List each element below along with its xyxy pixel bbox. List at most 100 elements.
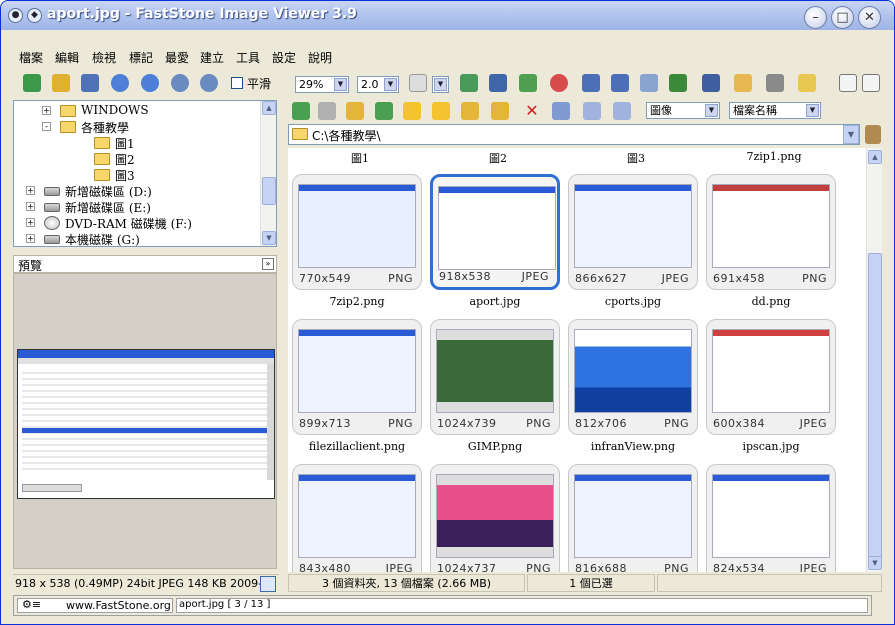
website-link[interactable]: ⚙≡ www.FastStone.org	[17, 598, 173, 613]
thumbnail-card[interactable]: 824x534 JPEG	[706, 464, 836, 572]
next-icon[interactable]	[141, 74, 159, 92]
back-icon[interactable]	[292, 102, 310, 120]
rotate-left-icon[interactable]	[582, 74, 600, 92]
folder-open-icon[interactable]	[52, 74, 70, 92]
expand-toggle-icon[interactable]: +	[26, 218, 35, 227]
zoom-out-icon[interactable]	[200, 74, 218, 92]
maximize-button[interactable]: □	[831, 6, 854, 29]
tree-item-label[interactable]: 各種教學	[81, 119, 129, 136]
menu-item[interactable]: 標記	[129, 49, 153, 66]
folder-tree[interactable]: + WINDOWS - 各種教學 圖1 圖2 圖3 + 新增磁碟區 (D:) + 新增磁碟區 (E:…	[13, 100, 277, 247]
menu-item[interactable]: 建立	[200, 49, 224, 66]
scroll-thumb[interactable]	[868, 253, 882, 563]
collapse-icon[interactable]: »	[262, 258, 274, 270]
zoom-in-icon[interactable]	[171, 74, 189, 92]
expand-toggle-icon[interactable]: +	[26, 234, 35, 243]
print-icon[interactable]	[766, 74, 784, 92]
email-icon[interactable]	[734, 74, 752, 92]
menu-item[interactable]: 最愛	[165, 49, 189, 66]
chevron-down-icon[interactable]: ▼	[384, 78, 397, 91]
scroll-down-icon[interactable]: ▼	[868, 556, 882, 570]
minimize-button[interactable]: –	[804, 6, 827, 29]
chevron-down-icon[interactable]: ▼	[434, 78, 447, 91]
copy-to-icon[interactable]	[461, 102, 479, 120]
delete-icon[interactable]: ✕	[523, 102, 541, 120]
new-folder-icon[interactable]	[432, 102, 450, 120]
thumbnail-filename[interactable]: 7zip2.png	[288, 295, 426, 308]
save-icon[interactable]	[81, 74, 99, 92]
path-input[interactable]: C:\各種教學\	[312, 127, 381, 144]
red-eye-icon[interactable]	[550, 74, 568, 92]
chevron-down-icon[interactable]: ▼	[806, 104, 819, 117]
thumbnail-label[interactable]: 圖1	[291, 150, 429, 166]
view-mode-combo[interactable]: 圖像 ▼	[646, 102, 720, 119]
menu-item[interactable]: 工具	[236, 49, 260, 66]
move-to-icon[interactable]	[491, 102, 509, 120]
sort-combo[interactable]: 檔案名稱 ▼	[729, 102, 821, 119]
thumbnail-filename[interactable]: GIMP.png	[426, 440, 564, 453]
previous-icon[interactable]	[111, 74, 129, 92]
hand-tool-icon[interactable]	[409, 74, 427, 92]
draw-icon[interactable]	[519, 74, 537, 92]
scroll-down-icon[interactable]: ▼	[262, 231, 276, 245]
thumbnail-card[interactable]: 899x713 PNG	[292, 319, 422, 435]
details-view-icon[interactable]	[613, 102, 631, 120]
full-screen-icon[interactable]	[702, 74, 720, 92]
title-bar[interactable]: ● ◆ aport.jpg - FastStone Image Viewer 3…	[1, 1, 894, 30]
thumbnail-card[interactable]: 1024x739 PNG	[430, 319, 560, 435]
tree-item-label[interactable]: WINDOWS	[81, 103, 149, 117]
browser-layout-icon[interactable]	[839, 74, 857, 92]
thumbnail-scrollbar[interactable]: ▲ ▼	[866, 148, 882, 572]
favorite-star-icon[interactable]	[403, 102, 421, 120]
thumbnail-card[interactable]: 770x549 PNG	[292, 174, 422, 290]
thumbnail-card[interactable]: 691x458 PNG	[706, 174, 836, 290]
tree-item-label[interactable]: 新增磁碟區 (E:)	[65, 199, 151, 216]
rotate-right-icon[interactable]	[611, 74, 629, 92]
thumbnail-filename[interactable]: dd.png	[702, 295, 840, 308]
tree-item-label[interactable]: 圖3	[115, 167, 135, 184]
crop-icon[interactable]	[489, 74, 507, 92]
up-folder-icon[interactable]	[346, 102, 364, 120]
scale-combo[interactable]: 2.0 ▼	[357, 76, 399, 93]
chevron-down-icon[interactable]: ▼	[705, 104, 718, 117]
thumbnail-card[interactable]: 866x627 JPEG	[568, 174, 698, 290]
scroll-up-icon[interactable]: ▲	[262, 101, 276, 115]
thumbnail-card[interactable]: 812x706 PNG	[568, 319, 698, 435]
fit-icon[interactable]	[260, 576, 276, 592]
scroll-thumb[interactable]	[262, 177, 276, 205]
smooth-checkbox[interactable]	[231, 77, 243, 89]
thumbnail-filename[interactable]: ipscan.jpg	[702, 440, 840, 453]
refresh-icon[interactable]	[375, 102, 393, 120]
tree-item-label[interactable]: 圖1	[115, 135, 135, 152]
open-icon[interactable]	[23, 74, 41, 92]
path-dropdown-icon[interactable]: ▼	[843, 125, 859, 144]
scroll-up-icon[interactable]: ▲	[868, 150, 882, 164]
thumbnail-filename[interactable]: aport.jpg	[426, 295, 564, 308]
tree-item-label[interactable]: 新增磁碟區 (D:)	[65, 183, 152, 200]
thumbnail-grid[interactable]: 圖1 圖2 圖3 7zip1.png 770x549 PNG 7zip2.png 918x53…	[288, 148, 866, 572]
slideshow-icon[interactable]	[669, 74, 687, 92]
thumbnail-card[interactable]: 600x384 JPEG	[706, 319, 836, 435]
thumbnail-card[interactable]: 1024x737 PNG	[430, 464, 560, 572]
thumbnail-label[interactable]: 7zip1.png	[705, 150, 843, 163]
forward-icon[interactable]	[318, 102, 336, 120]
close-button[interactable]: ✕	[858, 6, 881, 29]
menu-item[interactable]: 編輯	[55, 49, 79, 66]
tree-item-label[interactable]: 圖2	[115, 151, 135, 168]
menu-item[interactable]: 設定	[272, 49, 296, 66]
app-icon[interactable]: ●	[8, 8, 23, 23]
contact-sheet-icon[interactable]	[640, 74, 658, 92]
hand-options-combo[interactable]: ▼	[432, 76, 449, 93]
chevron-down-icon[interactable]: ▼	[334, 78, 347, 91]
thumbnail-label[interactable]: 圖3	[567, 150, 705, 166]
system-menu-icon[interactable]: ◆	[27, 8, 42, 23]
menu-item[interactable]: 檔案	[19, 49, 43, 66]
thumbnail-card[interactable]: 918x538 JPEG	[430, 174, 560, 290]
tree-item-label[interactable]: 本機磁碟 (G:)	[65, 231, 140, 246]
thumbnail-card[interactable]: 816x688 PNG	[568, 464, 698, 572]
recycle-icon[interactable]	[865, 125, 881, 144]
settings-icon[interactable]	[798, 74, 816, 92]
expand-toggle-icon[interactable]: -	[42, 122, 51, 131]
menu-item[interactable]: 檢視	[92, 49, 116, 66]
thumbnails-view-icon[interactable]	[552, 102, 570, 120]
